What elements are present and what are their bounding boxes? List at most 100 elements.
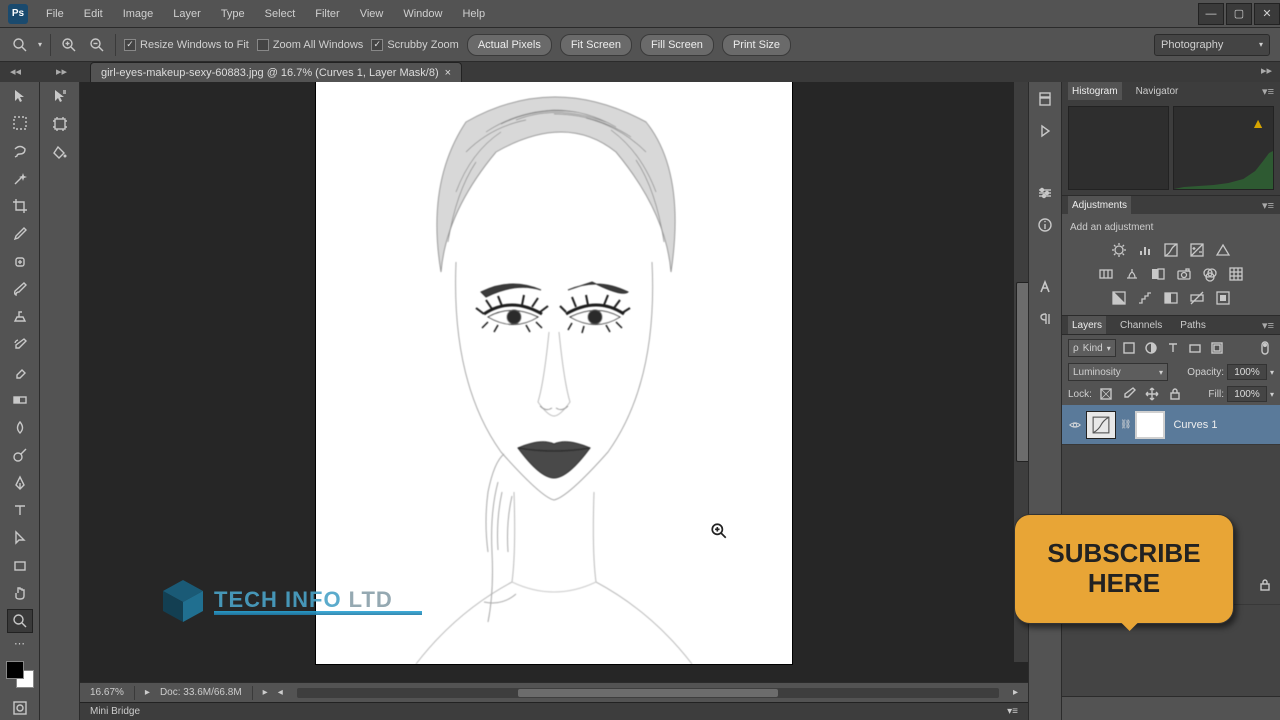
hue-saturation-icon[interactable] [1097, 265, 1115, 283]
mini-bridge-panel[interactable]: Mini Bridge ▾≡ [80, 702, 1028, 720]
tab-histogram[interactable]: Histogram [1068, 82, 1122, 100]
filter-type-icon[interactable] [1164, 339, 1182, 357]
zoom-tool[interactable] [7, 609, 33, 633]
lock-transparent-icon[interactable] [1097, 385, 1115, 403]
filter-shape-icon[interactable] [1186, 339, 1204, 357]
foreground-background-colors[interactable] [6, 661, 34, 689]
filter-smart-icon[interactable] [1208, 339, 1226, 357]
collapse-panels-icon[interactable]: ▸▸ [1261, 64, 1272, 77]
status-menu-icon[interactable]: ▸ [145, 687, 150, 698]
menu-edit[interactable]: Edit [74, 2, 113, 26]
eraser-tool[interactable] [7, 360, 33, 384]
tab-adjustments[interactable]: Adjustments [1068, 196, 1131, 214]
color-lookup-icon[interactable] [1227, 265, 1245, 283]
brightness-contrast-icon[interactable] [1110, 241, 1128, 259]
quick-mask-icon[interactable] [7, 696, 33, 720]
curves-icon[interactable] [1162, 241, 1180, 259]
vibrance-icon[interactable] [1214, 241, 1232, 259]
zoom-all-windows-checkbox[interactable]: Zoom All Windows [257, 39, 363, 51]
gradient-tool[interactable] [7, 388, 33, 412]
document-canvas[interactable] [316, 82, 792, 664]
clone-stamp-tool[interactable] [7, 305, 33, 329]
actual-pixels-button[interactable]: Actual Pixels [467, 34, 552, 56]
collapse-right-icon[interactable]: ▸▸ [56, 65, 67, 78]
marquee-tool[interactable] [7, 112, 33, 136]
fill-input[interactable]: 100% [1227, 386, 1267, 402]
gradient-map-icon[interactable] [1188, 289, 1206, 307]
horizontal-scrollbar[interactable] [297, 688, 999, 698]
history-panel-icon[interactable] [1034, 88, 1056, 110]
layer-visibility-icon[interactable] [1068, 418, 1082, 432]
paragraph-panel-icon[interactable] [1034, 308, 1056, 330]
timeline-next-icon[interactable]: ▸ [1013, 687, 1018, 698]
magic-wand-tool[interactable] [7, 167, 33, 191]
foreground-color-swatch[interactable] [6, 661, 24, 679]
menu-image[interactable]: Image [113, 2, 164, 26]
pen-tool[interactable] [7, 471, 33, 495]
actions-panel-icon[interactable] [1034, 120, 1056, 142]
scrubby-zoom-checkbox[interactable]: ✓Scrubby Zoom [371, 39, 459, 51]
hand-tool[interactable] [7, 582, 33, 606]
timeline-play-icon[interactable]: ▸ [263, 687, 268, 698]
dropdown-icon[interactable]: ▾ [38, 40, 42, 49]
layer-filter-dropdown[interactable]: ρKind▾ [1068, 339, 1116, 357]
chevron-down-icon[interactable]: ▾ [1270, 390, 1274, 399]
workspace-dropdown[interactable]: Photography▾ [1154, 34, 1270, 56]
panel-menu-icon[interactable]: ▾≡ [1256, 199, 1280, 212]
link-icon[interactable]: ⛓ [1120, 419, 1131, 430]
menu-help[interactable]: Help [452, 2, 495, 26]
scrollbar-thumb[interactable] [1016, 282, 1028, 462]
content-aware-move-tool[interactable] [47, 84, 73, 108]
invert-icon[interactable] [1110, 289, 1128, 307]
fit-screen-button[interactable]: Fit Screen [560, 34, 632, 56]
close-button[interactable]: ✕ [1254, 3, 1280, 25]
layer-name[interactable]: Curves 1 [1173, 419, 1217, 431]
lock-all-icon[interactable] [1166, 385, 1184, 403]
collapse-left-icon[interactable]: ◂◂ [10, 65, 21, 78]
character-panel-icon[interactable] [1034, 276, 1056, 298]
properties-panel-icon[interactable] [1034, 182, 1056, 204]
filter-toggle-switch[interactable] [1256, 339, 1274, 357]
layer-mask-thumbnail[interactable] [1135, 411, 1165, 439]
move-tool[interactable] [7, 84, 33, 108]
photo-filter-icon[interactable] [1175, 265, 1193, 283]
menu-view[interactable]: View [350, 2, 394, 26]
filter-adjustment-icon[interactable] [1142, 339, 1160, 357]
lock-position-icon[interactable] [1143, 385, 1161, 403]
black-white-icon[interactable] [1149, 265, 1167, 283]
fill-screen-button[interactable]: Fill Screen [640, 34, 714, 56]
color-balance-icon[interactable] [1123, 265, 1141, 283]
lasso-tool[interactable] [7, 139, 33, 163]
resize-windows-checkbox[interactable]: ✓Resize Windows to Fit [124, 39, 249, 51]
history-brush-tool[interactable] [7, 333, 33, 357]
zoom-in-icon[interactable] [59, 35, 79, 55]
layer-item-curves-1[interactable]: ⛓ Curves 1 [1062, 405, 1280, 445]
menu-file[interactable]: File [36, 2, 74, 26]
document-tab[interactable]: girl-eyes-makeup-sexy-60883.jpg @ 16.7% … [90, 62, 462, 82]
tab-channels[interactable]: Channels [1116, 316, 1166, 334]
selective-color-icon[interactable] [1214, 289, 1232, 307]
lock-pixels-icon[interactable] [1120, 385, 1138, 403]
scrollbar-thumb[interactable] [518, 689, 778, 697]
type-tool[interactable] [7, 499, 33, 523]
tab-layers[interactable]: Layers [1068, 316, 1106, 334]
print-size-button[interactable]: Print Size [722, 34, 791, 56]
blend-mode-dropdown[interactable]: Luminosity▾ [1068, 363, 1168, 381]
brush-tool[interactable] [7, 277, 33, 301]
menu-layer[interactable]: Layer [163, 2, 211, 26]
menu-window[interactable]: Window [393, 2, 452, 26]
menu-filter[interactable]: Filter [305, 2, 349, 26]
panel-menu-icon[interactable]: ▾≡ [1007, 706, 1018, 717]
panel-menu-icon[interactable]: ▾≡ [1256, 85, 1280, 98]
edit-toolbar-icon[interactable]: ⋯ [7, 637, 33, 651]
levels-icon[interactable] [1136, 241, 1154, 259]
eyedropper-tool[interactable] [7, 222, 33, 246]
exposure-icon[interactable] [1188, 241, 1206, 259]
tab-paths[interactable]: Paths [1176, 316, 1210, 334]
menu-select[interactable]: Select [255, 2, 306, 26]
canvas-viewport[interactable]: TECH INFO LTD [80, 82, 1028, 682]
chevron-down-icon[interactable]: ▾ [1270, 368, 1274, 377]
paint-bucket-tool[interactable] [47, 140, 73, 164]
crop-tool[interactable] [7, 195, 33, 219]
rectangle-tool[interactable] [7, 554, 33, 578]
